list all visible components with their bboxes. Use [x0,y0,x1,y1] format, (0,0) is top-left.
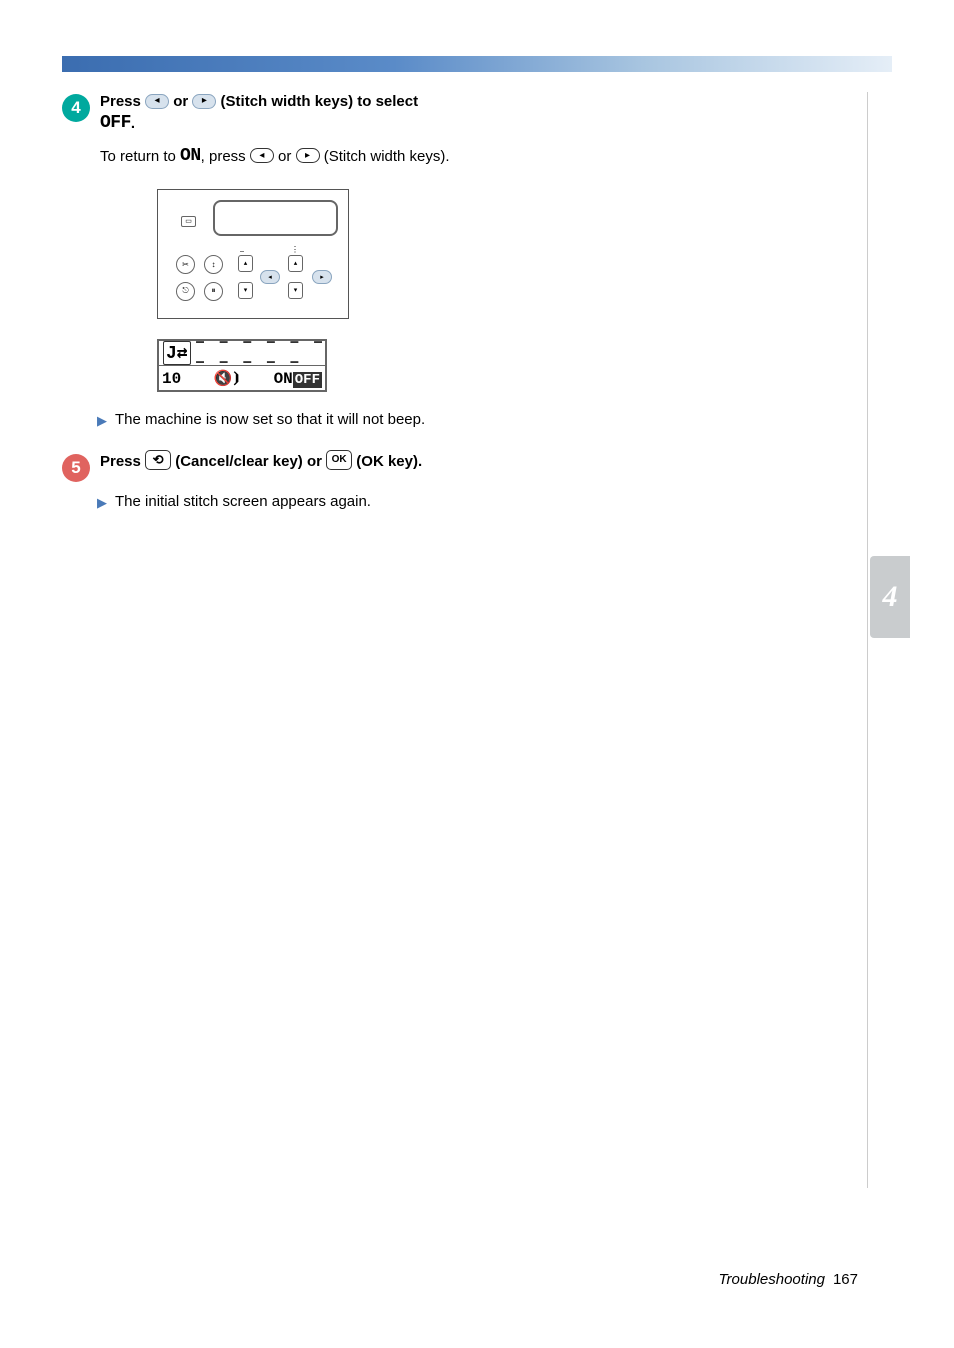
chapter-tab: 4 [870,556,910,638]
panel-left-highlight-icon: ◂ [260,270,280,284]
dashed-line: – – – – – – – – – – – [195,333,325,373]
step-4-instruction: Press or (Stitch width keys) to select O… [100,92,462,137]
panel-down2-icon: ▾ [288,282,303,299]
ok-key-icon: OK [326,450,352,470]
arrow-icon: ▶ [97,494,107,512]
speaker-mute-icon: 🔇⦘ [214,369,242,388]
vertical-divider [867,92,868,1188]
panel-right-highlight-icon: ▸ [312,270,332,284]
arrow-icon: ▶ [97,412,107,430]
return-instruction: To return to ON, press or (Stitch width … [100,145,462,169]
left-key-icon [250,148,274,163]
panel-scissor-icon: ✂ [176,255,195,274]
diagrams: ▭ ✂ ↕ ⎋ ⏸ ▴ ▾ ⎯ ▴ ▾ ⋮ ◂ ▸ J⇄ – – – – – –… [157,189,462,392]
off-badge: OFF [293,372,322,388]
step-5-instruction: Press (Cancel/clear key) or OK (OK key). [100,452,462,472]
cancel-key-icon [145,450,171,470]
right-key-icon [296,148,320,163]
step-5-row: 5 Press (Cancel/clear key) or OK (OK key… [62,452,462,482]
lcd-onoff: ONOFF [274,370,322,388]
step-number-4: 4 [62,94,90,122]
off-label: OFF [100,113,131,133]
main-content: 4 Press or (Stitch width keys) to select… [62,92,462,512]
panel-foot-icon: ⎋ [176,282,195,301]
lcd-top-row: J⇄ – – – – – – – – – – – [159,341,325,366]
control-panel-diagram: ▭ ✂ ↕ ⎋ ⏸ ▴ ▾ ⎯ ▴ ▾ ⋮ ◂ ▸ [157,189,349,319]
step-4-result: ▶ The machine is now set so that it will… [97,410,462,430]
header-bar [62,56,892,72]
panel-needle-icon: ↕ [204,255,223,274]
left-key-icon [145,94,169,109]
step-number-5: 5 [62,454,90,482]
panel-lcd-icon [213,200,338,236]
right-key-icon [192,94,216,109]
step-4-row: 4 Press or (Stitch width keys) to select… [62,92,462,137]
panel-up2-icon: ▴ [288,255,303,272]
panel-stitch-icon: ⎯ [240,247,244,257]
lcd-display-diagram: J⇄ – – – – – – – – – – – 10 🔇⦘ ONOFF [157,339,327,392]
panel-up-icon: ▴ [238,255,253,272]
panel-dots-icon: ⋮ [291,245,299,254]
page-footer: Troubleshooting167 [719,1271,859,1288]
panel-stop-icon: ⏸ [204,282,223,301]
on-label: ON [180,146,201,166]
preset-icon: J⇄ [163,341,191,365]
panel-down-icon: ▾ [238,282,253,299]
lcd-value: 10 [162,370,181,388]
panel-card-icon: ▭ [181,216,196,227]
step-5-result: ▶ The initial stitch screen appears agai… [97,492,462,512]
